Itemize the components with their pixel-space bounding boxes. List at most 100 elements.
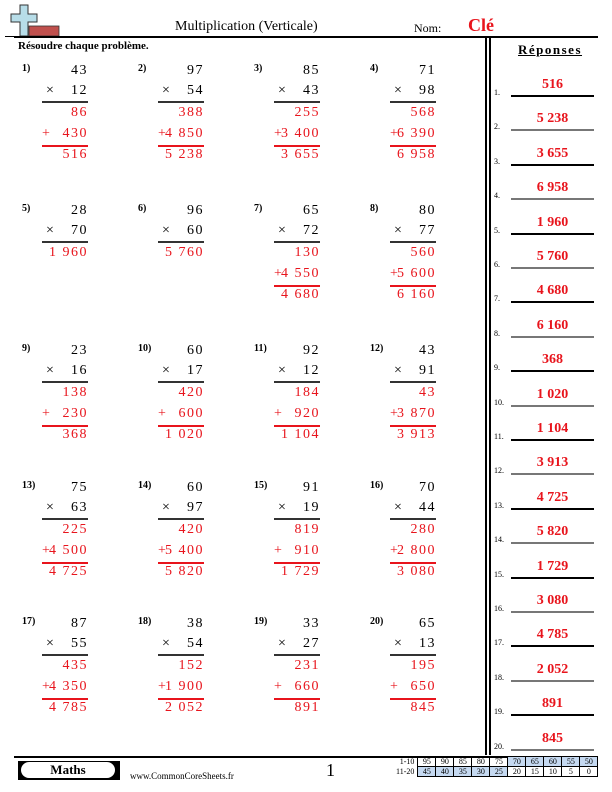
answer-value: 4 785 (536, 627, 569, 643)
answer-value: 3 655 (536, 145, 569, 161)
problem-number: 11) (254, 343, 267, 354)
answer-value: 5 760 (536, 249, 569, 264)
problem: 20) 65 × 13 195 +650 845 (370, 616, 436, 726)
problem: 11) 92 × 12 184 +920 1 104 (254, 343, 320, 453)
answer-line (511, 404, 594, 407)
product: 891 (294, 700, 320, 715)
score-row: 11-20 45 40 35 30 25 20 15 10 5 0 (394, 766, 599, 777)
answer-line (511, 439, 594, 441)
product: 4 785 (49, 700, 88, 715)
answer-row: 15. 1 729 (494, 548, 598, 582)
problem-number: 12) (370, 343, 384, 354)
answer-line (511, 679, 594, 682)
times-sign: × (278, 636, 286, 651)
answer-row: 4. 6 958 (494, 169, 598, 203)
subject-label: Maths (21, 762, 115, 778)
answer-row: 20. 845 (494, 720, 598, 754)
partial-product-1: 231 (294, 658, 320, 673)
answer-value: 516 (542, 77, 563, 92)
multiplier: 98 (419, 83, 436, 98)
answer-number: 9. (494, 363, 500, 373)
times-sign: × (394, 83, 402, 98)
answer-number: 8. (494, 328, 500, 338)
multiplicand: 38 (187, 616, 204, 631)
partial-product-1: 255 (294, 105, 320, 120)
problem: 17) 87 × 55 435 +4 350 4 785 (22, 616, 88, 726)
problem-number: 8) (370, 203, 379, 214)
answer-line (511, 714, 594, 717)
product-rule (42, 101, 88, 103)
product: 4 680 (281, 287, 320, 302)
multiplicand: 60 (187, 343, 204, 358)
product-rule (390, 518, 436, 520)
score-cell: 85 (453, 756, 473, 767)
answer-value: 1 729 (536, 558, 569, 574)
score-cell: 50 (579, 756, 599, 767)
answer-row: 12. 3 913 (494, 444, 598, 478)
problem-number: 5) (22, 203, 31, 214)
answer-number: 6. (494, 260, 500, 269)
product-rule (158, 241, 204, 243)
answer-row: 17. 4 785 (494, 616, 598, 650)
answer-row: 9. 368 (494, 341, 598, 375)
answer-row: 5. 1 960 (494, 204, 598, 238)
answer-line (511, 95, 594, 97)
website-link[interactable]: www.CommonCoreSheets.fr (130, 771, 234, 781)
answer-row: 6. 5 760 (494, 238, 598, 272)
multiplicand: 28 (71, 203, 88, 218)
plus-sign-logo-icon (5, 4, 65, 37)
times-sign: × (278, 500, 286, 515)
worksheet-title: Multiplication (Verticale) (175, 19, 318, 34)
problem-number: 17) (22, 616, 36, 627)
problem-number: 10) (138, 343, 152, 354)
multiplicand: 87 (71, 616, 88, 631)
answer-line (511, 576, 594, 579)
product: 4 725 (49, 564, 88, 579)
partial-product-1: 43 (419, 385, 436, 400)
partial-product-2: 430 (62, 126, 88, 141)
multiplicand: 33 (303, 616, 320, 631)
problem: 1) 43 × 12 86 +430 516 (22, 63, 88, 173)
score-cell: 40 (435, 766, 455, 777)
problem: 15) 91 × 19 819 +910 1 729 (254, 480, 320, 590)
product-rule (274, 654, 320, 656)
product: 3 655 (281, 147, 320, 162)
multiplier: 43 (303, 83, 320, 98)
problem: 19) 33 × 27 231 +660 891 (254, 616, 320, 726)
problem: 5) 28 × 70 1 960 (22, 203, 88, 313)
multiplier: 77 (419, 223, 436, 238)
score-cell: 15 (525, 766, 545, 777)
problem-number: 15) (254, 480, 268, 491)
product-rule (158, 101, 204, 103)
product: 6 958 (397, 147, 436, 162)
score-cell: 70 (507, 756, 527, 767)
score-row: 1-10 95 90 85 80 75 70 65 60 55 50 (394, 756, 599, 767)
answer-row: 16. 3 080 (494, 582, 598, 616)
answer-row: 11. 1 104 (494, 410, 598, 444)
score-cell: 0 (579, 766, 599, 777)
answer-value: 1 020 (536, 386, 569, 402)
times-sign: × (162, 223, 170, 238)
score-cell: 10 (543, 766, 563, 777)
answer-line (511, 198, 594, 201)
partial-product-1: 280 (410, 522, 436, 537)
multiplicand: 96 (187, 203, 204, 218)
partial-product-2: 230 (62, 406, 88, 421)
product: 1 960 (49, 245, 88, 260)
score-cell: 90 (435, 756, 455, 767)
multiplicand: 71 (419, 63, 436, 78)
product-rule (158, 381, 204, 383)
multiplier: 44 (419, 500, 436, 515)
partial-product-2: 4 550 (281, 266, 320, 281)
multiplier: 63 (71, 500, 88, 515)
partial-product-2: 3 870 (397, 406, 436, 421)
score-cell: 80 (471, 756, 491, 767)
problem-number: 7) (254, 203, 263, 214)
times-sign: × (394, 636, 402, 651)
answer-line (511, 611, 594, 613)
product-rule (390, 101, 436, 103)
problem-number: 16) (370, 480, 384, 491)
problem: 16) 70 × 44 280 +2 800 3 080 (370, 480, 436, 590)
name-value: Clé (468, 15, 494, 35)
multiplier: 19 (303, 500, 320, 515)
